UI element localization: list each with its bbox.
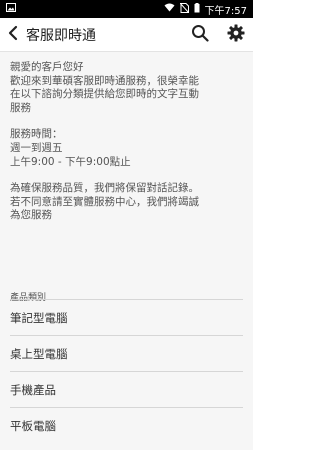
category-item-laptop[interactable]: 筆記型電腦 [10, 300, 243, 336]
notice-block: 為確保服務品質，我們將保留對話記錄。 若不同意請至實體服務中心，我們將竭誠 為您… [10, 182, 243, 223]
back-arrow-icon [8, 25, 18, 45]
hours-time: 上午9:00 - 下午9:00點止 [10, 155, 131, 168]
welcome-line: 在以下諮詢分類提供給您即時的文字互動 [10, 88, 199, 101]
notice-line: 為您服務 [10, 209, 52, 222]
notice-line: 為確保服務品質，我們將保留對話記錄。 [10, 182, 199, 195]
welcome-line: 歡迎來到華碩客服即時通服務，很榮幸能 [10, 74, 199, 87]
picture-icon [6, 3, 16, 15]
hours-days: 週一到週五 [10, 141, 63, 154]
status-left [6, 3, 16, 15]
service-hours-block: 服務時間： 週一到週五 上午9:00 - 下午9:00點止 [10, 128, 243, 169]
status-bar: 下午7:57 [0, 0, 253, 18]
status-time: 下午7:57 [204, 5, 247, 17]
greeting-block: 親愛的客戶您好 歡迎來到華碩客服即時通服務，很榮幸能 在以下諮詢分類提供給您即時… [10, 61, 243, 115]
notice-line: 若不同意請至實體服務中心，我們將竭誠 [10, 195, 199, 208]
status-right: 下午7:57 [164, 2, 247, 17]
category-item-phone[interactable]: 手機產品 [10, 372, 243, 408]
intro-text: 親愛的客戶您好 歡迎來到華碩客服即時通服務，很榮幸能 在以下諮詢分類提供給您即時… [0, 52, 253, 223]
welcome-line: 服務 [10, 101, 31, 114]
back-button[interactable] [6, 25, 20, 45]
no-sim-icon [179, 2, 189, 16]
hours-title: 服務時間： [10, 128, 63, 141]
search-icon [191, 24, 209, 46]
category-item-tablet[interactable]: 平板電腦 [10, 408, 243, 444]
app-bar: 客服即時通 [0, 18, 253, 52]
category-list: 筆記型電腦 桌上型電腦 手機產品 平板電腦 [10, 300, 243, 444]
gear-icon [227, 24, 245, 46]
wifi-icon [164, 3, 175, 15]
battery-icon [194, 2, 200, 16]
search-button[interactable] [189, 24, 211, 46]
settings-button[interactable] [225, 24, 247, 46]
category-item-desktop[interactable]: 桌上型電腦 [10, 336, 243, 372]
page-title: 客服即時通 [26, 27, 96, 44]
greeting-text: 親愛的客戶您好 [10, 61, 84, 73]
main-content: 親愛的客戶您好 歡迎來到華碩客服即時通服務，很榮幸能 在以下諮詢分類提供給您即時… [0, 52, 253, 450]
